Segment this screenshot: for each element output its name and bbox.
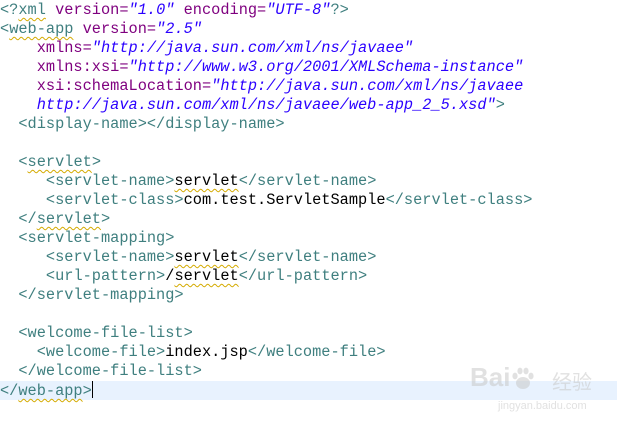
attr-version: version= [45, 1, 129, 19]
code-line-9: <servlet> [0, 153, 617, 172]
text-url-pattern: servlet [174, 267, 239, 285]
text-caret [91, 381, 93, 398]
code-line-13: <servlet-mapping> [0, 229, 617, 248]
baidu-watermark: Bai 经验 jingyan.baidu.com [470, 360, 610, 420]
value-encoding: "UTF-8" [266, 1, 331, 19]
tag-bracket-open: </ [0, 382, 19, 400]
code-line-3: xmlns="http://java.sun.com/xml/ns/javaee… [0, 39, 617, 58]
text-servlet-name: servlet [174, 248, 239, 266]
value-xmlns: "http://java.sun.com/xml/ns/javaee" [91, 39, 414, 57]
tag-servlet-name-open: <servlet-name> [45, 172, 175, 190]
code-line-16: </servlet-mapping> [0, 286, 617, 305]
tag-bracket-close: > [82, 382, 92, 400]
value-xmlns-xsi: "http://www.w3.org/2001/XMLSchema-instan… [128, 58, 524, 76]
tag-welcome-file-list-open: <welcome-file-list> [18, 324, 193, 342]
value-version: "1.0" [128, 1, 175, 19]
attr-xmlns-xsi: xmlns:xsi= [36, 58, 129, 76]
xml-decl-name: xml [18, 1, 46, 19]
code-line-4: xmlns:xsi="http://www.w3.org/2001/XMLSch… [0, 58, 617, 77]
tag-bracket-close: > [100, 210, 111, 228]
value-schema-location-1: "http://java.sun.com/xml/ns/javaee [211, 77, 524, 95]
tag-servlet-name-close: </servlet-name> [238, 248, 377, 266]
code-line-1: <?xml version="1.0" encoding="UTF-8"?> [0, 1, 617, 20]
tag-welcome-file-close: </welcome-file> [247, 343, 386, 361]
code-line-7: <display-name></display-name> [0, 115, 617, 134]
code-line-18: <welcome-file-list> [0, 324, 617, 343]
tag-bracket-open: </ [18, 210, 37, 228]
value-version: "2.5" [156, 20, 202, 38]
value-schema-location-2: http://java.sun.com/xml/ns/javaee/web-ap… [36, 96, 496, 114]
tag-bracket-open: < [18, 153, 28, 171]
xml-editor[interactable]: <?xml version="1.0" encoding="UTF-8"?> <… [0, 0, 617, 434]
tag-url-pattern-open: <url-pattern> [45, 267, 166, 285]
tag-servlet-close: servlet [36, 210, 101, 228]
text-servlet-class: com.test.ServletSample [183, 191, 386, 209]
tag-welcome-file-open: <welcome-file> [36, 343, 166, 361]
tag-display-name: <display-name></display-name> [18, 115, 285, 133]
tag-servlet-name-close: </servlet-name> [238, 172, 377, 190]
tag-bracket-open: < [0, 20, 10, 38]
tag-servlet-class-open: <servlet-class> [45, 191, 184, 209]
code-line-2: <web-app version="2.5" [0, 20, 617, 39]
code-line-15: <url-pattern>/servlet</url-pattern> [0, 267, 617, 286]
code-line-5: xsi:schemaLocation="http://java.sun.com/… [0, 77, 617, 96]
baidu-paw-icon [512, 367, 534, 389]
attr-xmlns: xmlns= [36, 39, 92, 57]
code-line-12: </servlet> [0, 210, 617, 229]
attr-version: version= [73, 20, 157, 38]
tag-bracket-close: > [495, 96, 505, 114]
code-line-10: <servlet-name>servlet</servlet-name> [0, 172, 617, 191]
xml-decl-open: <? [0, 1, 19, 19]
watermark-name: 经验 [552, 370, 592, 394]
tag-url-pattern-close: </url-pattern> [238, 267, 368, 285]
code-line-14: <servlet-name>servlet</servlet-name> [0, 248, 617, 267]
tag-servlet-class-close: </servlet-class> [385, 191, 533, 209]
xml-decl-close: ?> [330, 1, 349, 19]
watermark-logo: Bai [470, 362, 511, 392]
tag-web-app-close: web-app [18, 382, 83, 400]
tag-servlet-mapping-close: </servlet-mapping> [18, 286, 184, 304]
tag-bracket-close: > [91, 153, 101, 171]
text-servlet-name: servlet [174, 172, 239, 190]
attr-encoding: encoding= [174, 1, 267, 19]
attr-schema-location: xsi:schemaLocation= [36, 77, 212, 95]
code-line-6: http://java.sun.com/xml/ns/javaee/web-ap… [0, 96, 617, 115]
tag-web-app: web-app [9, 20, 74, 38]
tag-servlet-mapping-open: <servlet-mapping> [18, 229, 175, 247]
tag-servlet-name-open: <servlet-name> [45, 248, 175, 266]
watermark-url: jingyan.baidu.com [498, 400, 587, 412]
tag-servlet-open: servlet [27, 153, 92, 171]
text-welcome-file: index.jsp [165, 343, 248, 361]
tag-welcome-file-list-close: </welcome-file-list> [18, 362, 202, 380]
code-line-11: <servlet-class>com.test.ServletSample</s… [0, 191, 617, 210]
